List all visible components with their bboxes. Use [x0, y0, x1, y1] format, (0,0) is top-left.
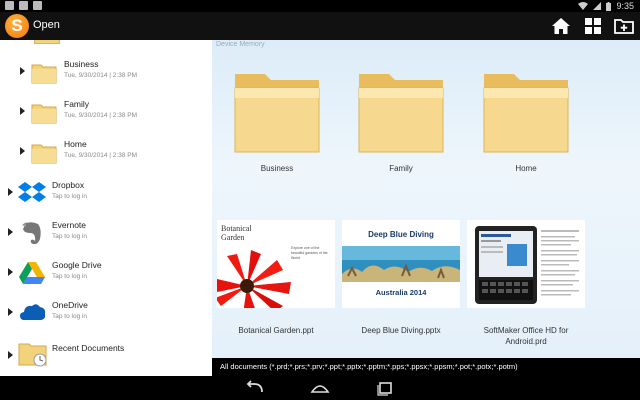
sidebar-folder-family[interactable]: Family Tue, 9/30/2014 | 2:38 PM	[0, 92, 212, 132]
sidebar-item-recent-documents[interactable]: Recent Documents	[0, 336, 212, 376]
notification-icon	[19, 1, 28, 10]
document-thumbnail-botanical-garden[interactable]: Botanical Garden Explore one of the beau…	[217, 220, 335, 308]
path-label: Device Memory	[216, 41, 265, 48]
folder-date: Tue, 9/30/2014 | 2:38 PM	[64, 112, 137, 119]
document-name: Deep Blue Diving.pptx	[361, 326, 441, 335]
expand-arrow-icon[interactable]	[8, 351, 13, 359]
cloud-status: Tap to log in	[52, 313, 88, 320]
cloud-name: Evernote	[52, 220, 87, 230]
folder-name: Business	[260, 164, 294, 173]
folder-icon	[483, 74, 569, 153]
folder-name: Home	[515, 164, 537, 173]
sidebar: Business Tue, 9/30/2014 | 2:38 PM Family…	[0, 40, 212, 376]
cloud-status: Tap to log in	[52, 273, 88, 280]
document-thumbnail-softmaker-office[interactable]	[467, 220, 585, 308]
navigation-bar	[0, 376, 640, 400]
home-nav-icon[interactable]	[309, 380, 331, 396]
folder-name: Home	[64, 139, 87, 149]
cloud-name: Google Drive	[52, 260, 102, 270]
action-bar: S Open	[0, 12, 640, 40]
sidebar-item-dropbox[interactable]: Dropbox Tap to log in	[0, 173, 212, 213]
folder-icon	[358, 74, 444, 153]
folder-date: Tue, 9/30/2014 | 2:38 PM	[64, 72, 137, 79]
thumbnail-subtitle: Australia 2014	[375, 288, 427, 297]
expand-arrow-icon[interactable]	[20, 147, 25, 155]
clock: 9:35	[616, 1, 634, 11]
page-title: Open	[33, 19, 60, 31]
folder-date: Tue, 9/30/2014 | 2:38 PM	[64, 152, 137, 159]
expand-arrow-icon[interactable]	[20, 67, 25, 75]
app-logo[interactable]: S	[5, 14, 29, 38]
document-name-line-2: Android.prd	[505, 337, 547, 346]
expand-arrow-icon[interactable]	[20, 107, 25, 115]
signal-icon	[593, 2, 602, 10]
expand-arrow-icon[interactable]	[8, 188, 13, 196]
sidebar-folder-business[interactable]: Business Tue, 9/30/2014 | 2:38 PM	[0, 52, 212, 92]
folder-name: Family	[64, 99, 90, 109]
sidebar-item-evernote[interactable]: Evernote Tap to log in	[0, 213, 212, 253]
file-type-filter-label: All documents (*.prd;*.prs;*.prv;*.ppt;*…	[220, 362, 518, 371]
sidebar-item-google-drive[interactable]: Google Drive Tap to log in	[0, 253, 212, 293]
document-name: Botanical Garden.ppt	[238, 326, 314, 335]
tablet-image	[475, 226, 579, 304]
evernote-icon	[22, 222, 41, 245]
document-tile-deep-blue-diving[interactable]: Deep Blue Diving.pptx	[339, 325, 463, 336]
recent-documents-icon	[18, 343, 47, 367]
document-tile-botanical-garden[interactable]: Botanical Garden.ppt	[214, 325, 338, 336]
folder-icon	[34, 40, 60, 44]
sidebar-folder-home[interactable]: Home Tue, 9/30/2014 | 2:38 PM	[0, 132, 212, 172]
status-bar: 9:35	[0, 0, 640, 12]
new-folder-icon[interactable]	[614, 16, 634, 36]
folder-name: Family	[389, 164, 413, 173]
folder-name: Business	[64, 59, 99, 69]
back-icon[interactable]	[244, 380, 266, 396]
notification-icon	[33, 1, 42, 10]
flower-image	[217, 250, 291, 308]
document-name-line-1: SoftMaker Office HD for	[483, 326, 569, 335]
folder-tile-home[interactable]: Home	[464, 68, 588, 174]
folder-icon	[31, 144, 57, 164]
expand-arrow-icon[interactable]	[8, 308, 13, 316]
recent-documents-label: Recent Documents	[52, 343, 125, 353]
battery-icon	[606, 1, 612, 11]
folder-icon	[31, 104, 57, 124]
dropbox-icon	[18, 182, 46, 202]
cloud-name: Dropbox	[52, 180, 85, 190]
document-tile-softmaker-office[interactable]: SoftMaker Office HD for Android.prd	[464, 325, 588, 347]
expand-arrow-icon[interactable]	[8, 228, 13, 236]
document-thumbnail-deep-blue-diving[interactable]: Deep Blue Diving Australia 2014	[342, 220, 460, 308]
thumbnail-title: Deep Blue Diving	[368, 230, 434, 239]
cloud-name: OneDrive	[52, 300, 88, 310]
file-browser: Device Memory Business Family Home Botan…	[212, 40, 640, 358]
recent-apps-icon[interactable]	[374, 380, 396, 396]
folder-icon	[234, 74, 320, 153]
folder-tile-business[interactable]: Business	[215, 68, 339, 174]
sidebar-item-onedrive[interactable]: OneDrive Tap to log in	[0, 293, 212, 333]
file-type-filter[interactable]: All documents (*.prd;*.prs;*.prv;*.ppt;*…	[212, 358, 640, 376]
google-drive-icon	[19, 262, 45, 284]
wifi-icon	[578, 2, 589, 10]
expand-arrow-icon[interactable]	[8, 268, 13, 276]
cloud-status: Tap to log in	[52, 193, 88, 200]
home-icon[interactable]	[551, 16, 571, 36]
onedrive-icon	[20, 304, 46, 320]
cloud-status: Tap to log in	[52, 233, 88, 240]
grid-view-icon[interactable]	[583, 16, 603, 36]
folder-icon	[31, 64, 57, 84]
notification-icon	[5, 1, 14, 10]
folder-tile-family[interactable]: Family	[339, 68, 463, 174]
reef-image	[342, 246, 460, 282]
